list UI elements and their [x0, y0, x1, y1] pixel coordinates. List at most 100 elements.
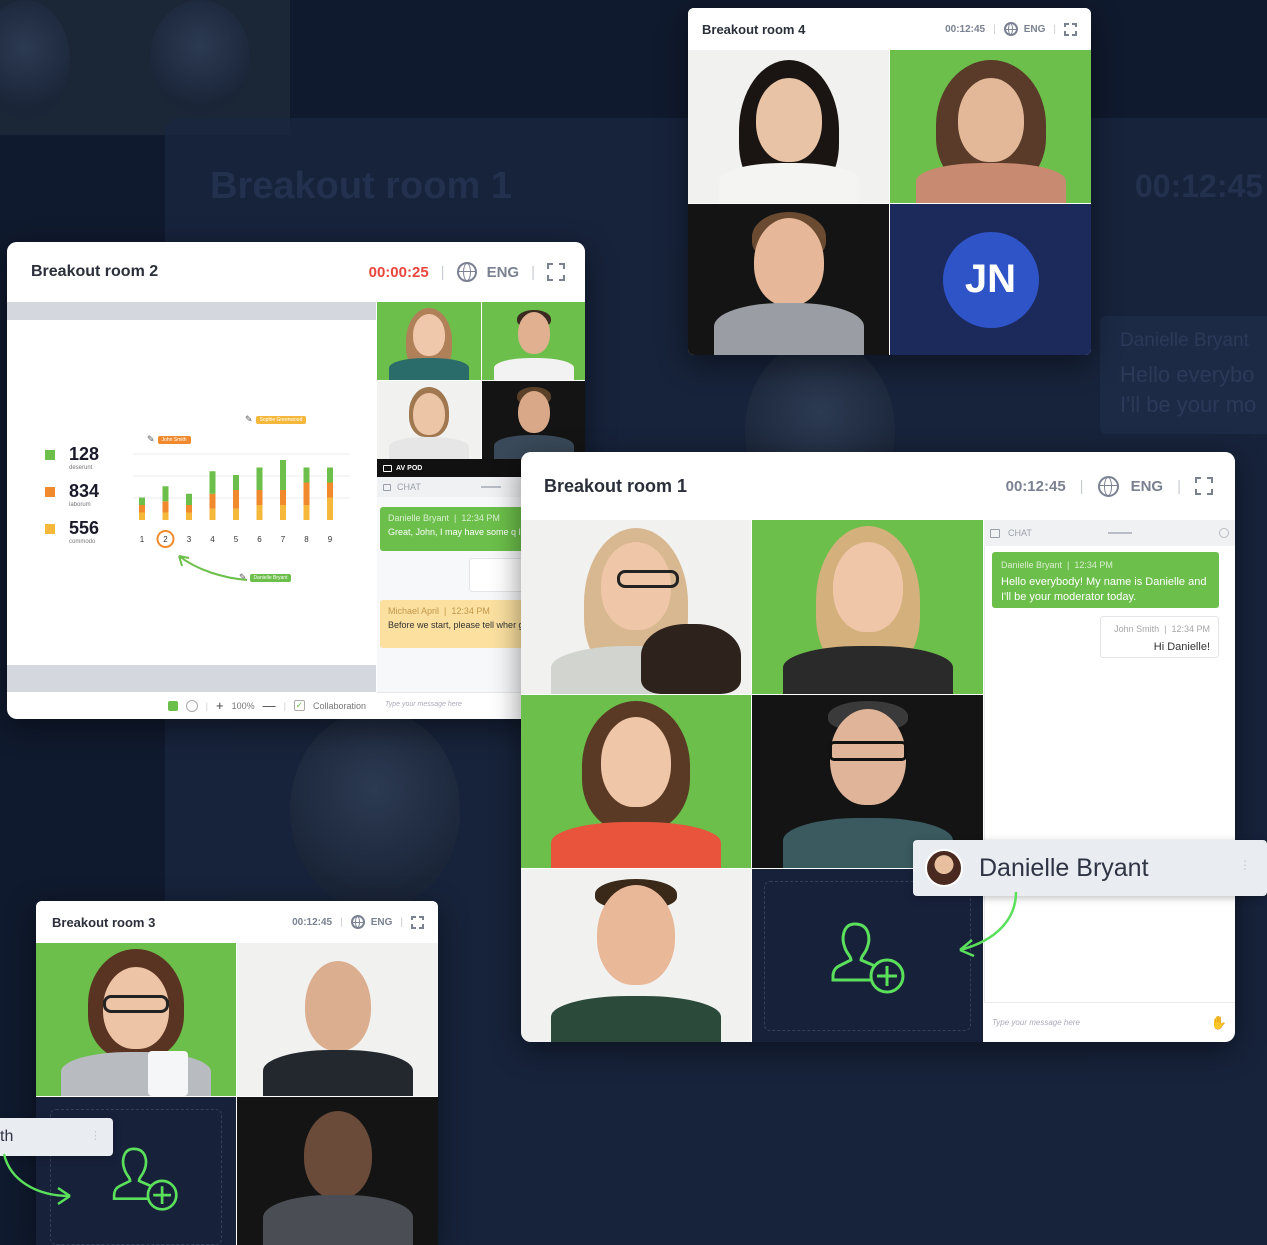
- x-tick-label: 7: [281, 535, 286, 544]
- bar-segment: [162, 501, 169, 513]
- legend-swatch: [45, 524, 55, 534]
- fullscreen-icon[interactable]: [1064, 22, 1077, 36]
- annotation-label: Danielle Bryant: [249, 573, 292, 582]
- language-label: ENG: [1023, 23, 1046, 35]
- video-tile: [36, 943, 236, 1096]
- annotation-label: John Smith: [157, 435, 191, 444]
- bar-segment: [280, 460, 286, 490]
- raise-hand-icon[interactable]: ✋: [1211, 1015, 1227, 1031]
- language-label: ENG: [486, 263, 520, 281]
- bar-segment: [233, 508, 239, 520]
- bar-segment: [256, 467, 263, 490]
- bar-segment: [162, 512, 169, 520]
- video-tile: [688, 204, 889, 355]
- settings-icon[interactable]: [1219, 528, 1229, 538]
- background-video-tile: [625, 1045, 1090, 1245]
- chat-input-bar: Type your message here ✋: [984, 1002, 1235, 1042]
- video-tile: [521, 520, 751, 694]
- message-time: 12:34 PM: [461, 513, 500, 523]
- bar-segment: [186, 512, 192, 520]
- chat-label: CHAT: [1008, 528, 1032, 538]
- color-picker-button[interactable]: [167, 700, 178, 711]
- video-tile: [521, 869, 751, 1042]
- participant-avatar: JN: [942, 231, 1039, 328]
- message-text: Hi Danielle!: [1153, 641, 1210, 653]
- zoom-level: 100%: [231, 700, 255, 711]
- bar-segment: [139, 512, 145, 520]
- video-tile: [237, 943, 438, 1096]
- legend-swatch: [45, 450, 55, 460]
- language-selector[interactable]: ENG: [456, 262, 520, 282]
- participant-video: [782, 520, 953, 694]
- presentation-area: 128 deserunt 834 laborum 556 commodo 1 2 3 4 5 6 7 8…: [7, 302, 376, 692]
- annotation-tag: ✎ John Smith: [147, 434, 191, 445]
- chat-message: Danielle Bryant | 12:34 PM Hello everybo…: [992, 552, 1219, 608]
- video-tile: [377, 302, 481, 380]
- drag-dots-icon: ⋮: [90, 1130, 101, 1142]
- chat-input[interactable]: Type your message here: [992, 1018, 1211, 1027]
- pencil-icon: ✎: [147, 434, 155, 444]
- bar-segment: [186, 493, 192, 505]
- bar-segment: [303, 467, 310, 483]
- participant-video: [262, 943, 413, 1096]
- dog-in-frame: [641, 624, 741, 694]
- participant-video: [493, 381, 574, 459]
- fullscreen-icon[interactable]: [547, 263, 565, 281]
- bar-segment: [209, 471, 216, 494]
- zoom-in-button[interactable]: +: [216, 698, 224, 713]
- bar-segment: [139, 497, 145, 505]
- participant-video: [713, 204, 864, 355]
- drag-dots-icon: ⋮: [1239, 858, 1251, 872]
- bar-chart: 1 2 3 4 5 6 7 8 9: [133, 453, 351, 548]
- bar-segment: [233, 490, 239, 509]
- drag-handle[interactable]: [480, 486, 501, 488]
- stat-value: 556: [69, 518, 100, 538]
- participant-video: [551, 695, 721, 868]
- message-time: 12:34 PM: [451, 606, 490, 616]
- legend-swatch: [45, 487, 55, 497]
- divider: |: [1079, 477, 1084, 495]
- pointer-tool-button[interactable]: [185, 699, 198, 712]
- zoom-out-button[interactable]: —: [263, 698, 276, 713]
- collaboration-checkbox[interactable]: ✓: [293, 700, 305, 711]
- bar-segment: [303, 505, 310, 520]
- video-tile: [377, 381, 481, 459]
- mug-in-frame: [148, 1051, 188, 1096]
- room-title: Breakout room 2: [31, 263, 159, 280]
- language-label: ENG: [1130, 477, 1164, 495]
- bar-segment: [209, 493, 216, 509]
- divider: |: [205, 700, 208, 711]
- divider: |: [1053, 23, 1056, 35]
- bar-segment: [162, 486, 169, 502]
- message-author: Michael April: [388, 606, 440, 616]
- participant-video: [389, 381, 469, 459]
- add-participant-slot[interactable]: [764, 881, 971, 1031]
- drag-arrow: [959, 891, 1018, 958]
- participant-video: [718, 50, 859, 203]
- language-label: ENG: [370, 916, 393, 928]
- bar-segment: [327, 482, 333, 498]
- window-header: Breakout room 1 00:12:45 | ENG |: [521, 452, 1235, 520]
- fullscreen-icon[interactable]: [411, 915, 424, 929]
- divider: |: [283, 700, 286, 711]
- participant-video: [389, 302, 469, 380]
- background-room-title: Breakout room 1: [210, 165, 512, 207]
- participant-avatar: [925, 849, 963, 887]
- av-pod-label: AV POD: [396, 464, 423, 472]
- room-title: Breakout room 4: [702, 21, 806, 37]
- add-user-icon: [112, 1147, 178, 1211]
- language-selector[interactable]: ENG: [1097, 475, 1164, 497]
- breakout-room-3-window: Breakout room 3 00:12:45 | ENG |: [36, 901, 438, 1245]
- globe-icon: [1097, 475, 1119, 497]
- drag-handle[interactable]: [1107, 532, 1132, 534]
- fullscreen-icon[interactable]: [1195, 477, 1213, 495]
- pencil-icon: ✎: [245, 414, 253, 424]
- participant-name: Danielle Bryant: [979, 853, 1149, 882]
- video-tile: [482, 302, 585, 380]
- video-tile: [521, 695, 751, 868]
- message-time: 12:34 PM: [1171, 624, 1210, 634]
- chat-label: CHAT: [397, 482, 421, 492]
- video-tile: [752, 520, 983, 694]
- language-selector[interactable]: ENG: [1003, 22, 1046, 36]
- language-selector[interactable]: ENG: [350, 915, 393, 929]
